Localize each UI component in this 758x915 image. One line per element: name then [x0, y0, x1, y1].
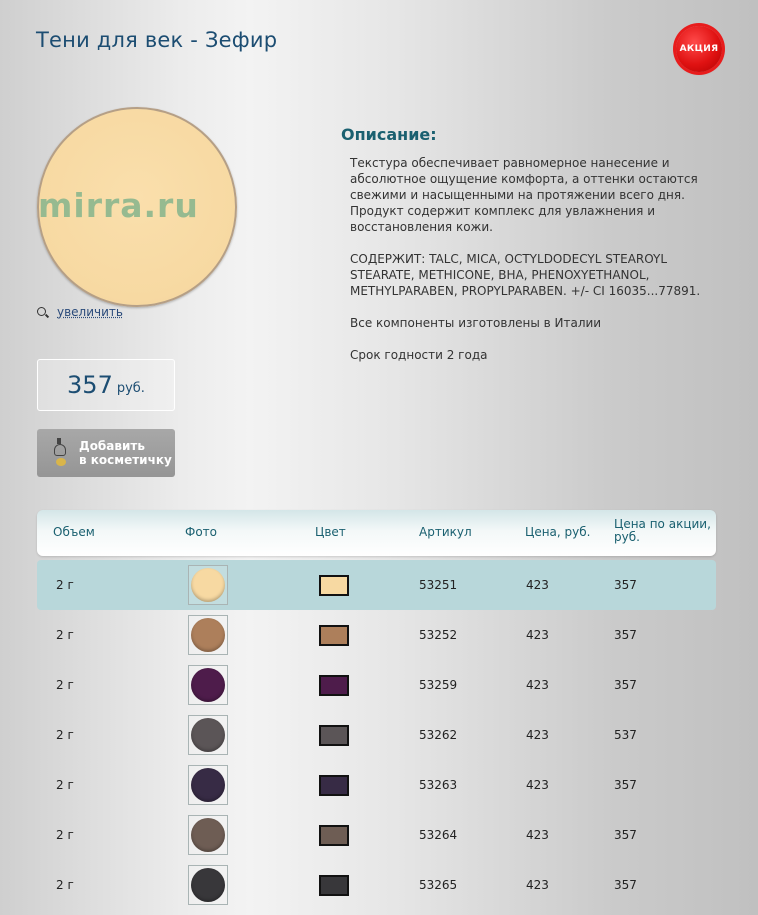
cell-price: 423 [526, 878, 549, 892]
table-row[interactable]: 2 г 53264 423 357 [37, 810, 716, 860]
shade-thumbnail[interactable] [188, 615, 228, 655]
cell-price: 423 [526, 578, 549, 592]
ingredients-paragraph: СОДЕРЖИТ: TALC, MICA, OCTYLDODECYL STEAR… [350, 252, 701, 298]
cell-sku: 53251 [419, 578, 458, 592]
cell-volume: 2 г [56, 578, 74, 592]
zoom-link[interactable]: увеличить [57, 305, 123, 319]
color-swatch[interactable] [319, 575, 349, 596]
color-swatch[interactable] [319, 875, 349, 896]
shade-disc [191, 568, 225, 602]
header-promo-price: Цена по акции, руб. [614, 517, 711, 544]
zoom-control[interactable]: увеличить [37, 305, 123, 319]
add-to-bag-label: Добавить в косметичку [79, 439, 172, 467]
cell-volume: 2 г [56, 878, 74, 892]
cell-promo-price: 357 [614, 578, 637, 592]
cell-sku: 53259 [419, 678, 458, 692]
header-sku: Артикул [419, 525, 472, 539]
table-row[interactable]: 2 г 53262 423 537 [37, 710, 716, 760]
shade-thumbnail[interactable] [188, 765, 228, 805]
cell-sku: 53264 [419, 828, 458, 842]
cell-price: 423 [526, 628, 549, 642]
cell-promo-price: 357 [614, 628, 637, 642]
header-photo: Фото [185, 525, 218, 539]
cell-volume: 2 г [56, 728, 74, 742]
cell-volume: 2 г [56, 828, 74, 842]
cell-promo-price: 357 [614, 778, 637, 792]
cell-sku: 53263 [419, 778, 458, 792]
cell-promo-price: 357 [614, 878, 637, 892]
color-swatch[interactable] [319, 725, 349, 746]
shade-thumbnail[interactable] [188, 865, 228, 905]
shade-thumbnail[interactable] [188, 665, 228, 705]
shade-thumbnail[interactable] [188, 715, 228, 755]
color-swatch[interactable] [319, 625, 349, 646]
description-text: Текстура обеспечивает равномерное нанесе… [350, 155, 725, 379]
cosmetic-bag-icon [50, 436, 74, 470]
table-row[interactable]: 2 г 53265 423 357 [37, 860, 716, 910]
color-swatch[interactable] [319, 675, 349, 696]
cell-price: 423 [526, 728, 549, 742]
cell-volume: 2 г [56, 628, 74, 642]
header-color: Цвет [315, 525, 346, 539]
cell-sku: 53262 [419, 728, 458, 742]
table-row[interactable]: 2 г 53263 423 357 [37, 760, 716, 810]
shade-disc [191, 718, 225, 752]
shelf-life-paragraph: Срок годности 2 года [350, 348, 488, 362]
cell-promo-price: 357 [614, 678, 637, 692]
header-volume: Объем [53, 525, 95, 539]
cell-price: 423 [526, 828, 549, 842]
description-paragraph: Текстура обеспечивает равномерное нанесе… [350, 156, 698, 234]
table-row[interactable]: 2 г 53252 423 357 [37, 610, 716, 660]
table-row[interactable]: 2 г 53259 423 357 [37, 660, 716, 710]
description-heading: Описание: [341, 125, 437, 144]
cell-price: 423 [526, 778, 549, 792]
price-currency: руб. [116, 380, 145, 396]
origin-paragraph: Все компоненты изготовлены в Италии [350, 316, 602, 330]
header-price: Цена, руб. [525, 525, 591, 539]
shade-thumbnail[interactable] [188, 565, 228, 605]
shade-disc [191, 668, 225, 702]
cell-sku: 53252 [419, 628, 458, 642]
shade-disc [191, 818, 225, 852]
shade-disc [191, 868, 225, 902]
cell-volume: 2 г [56, 678, 74, 692]
cell-price: 423 [526, 678, 549, 692]
shade-thumbnail[interactable] [188, 815, 228, 855]
zoom-in-icon[interactable] [37, 306, 50, 318]
cell-promo-price: 537 [614, 728, 637, 742]
cell-sku: 53265 [419, 878, 458, 892]
shade-disc [191, 768, 225, 802]
price-box: 357 руб. [37, 359, 175, 411]
shade-disc [191, 618, 225, 652]
color-swatch[interactable] [319, 825, 349, 846]
page-title: Тени для век - Зефир [36, 28, 278, 52]
variants-table-header: Объем Фото Цвет Артикул Цена, руб. Цена … [37, 510, 716, 556]
add-to-bag-button[interactable]: Добавить в косметичку [37, 429, 175, 477]
watermark-logo: mirra.ru [38, 186, 199, 225]
cell-promo-price: 357 [614, 828, 637, 842]
color-swatch[interactable] [319, 775, 349, 796]
table-row[interactable]: 2 г 53251 423 357 [37, 560, 716, 610]
cell-volume: 2 г [56, 778, 74, 792]
promo-badge[interactable]: АКЦИЯ [676, 26, 722, 72]
price-value: 357 [67, 371, 113, 399]
